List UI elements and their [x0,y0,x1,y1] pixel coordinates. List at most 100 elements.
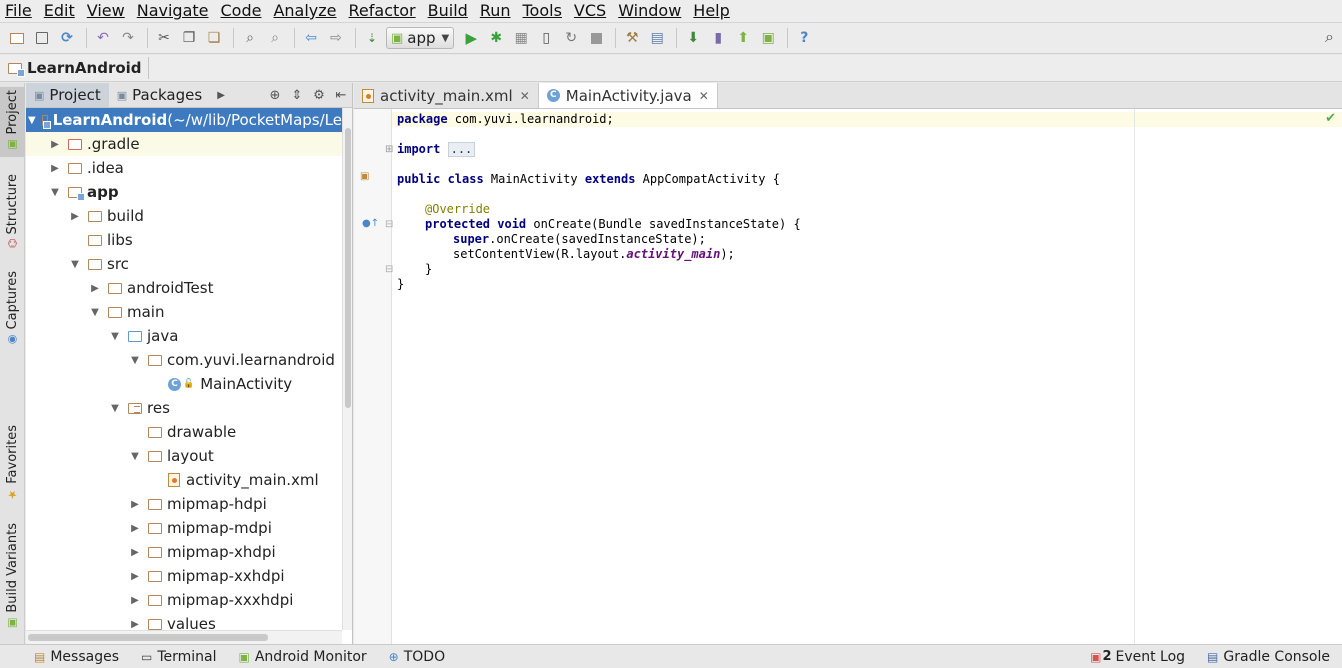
forward-icon[interactable]: ⇨ [325,27,347,49]
expand-arrow-icon[interactable]: ▼ [108,331,122,342]
menu-view[interactable]: View [81,0,131,22]
save-icon[interactable] [31,27,53,49]
tree-item[interactable]: ▶ mipmap-hdpi [26,492,342,516]
redo-icon[interactable]: ↷ [117,27,139,49]
collapse-arrow-icon[interactable]: ▶ [128,523,142,534]
expand-arrow-icon[interactable]: ▼ [128,451,142,462]
tree-item[interactable]: ▼ res [26,396,342,420]
scroll-from-source-icon[interactable]: ⊕ [264,88,286,103]
tree-item[interactable]: activity_main.xml [26,468,342,492]
tree-item[interactable]: ▶ mipmap-xhdpi [26,540,342,564]
rerun-icon[interactable]: ↻ [560,27,582,49]
tree-item[interactable]: ▶ .gradle [26,132,342,156]
stripe-tab-captures[interactable]: ◉ Captures [0,269,25,351]
menu-analyze[interactable]: Analyze [267,0,342,22]
tree-item[interactable]: ▼ LearnAndroid (~/w/lib/PocketMaps/Le [26,108,342,132]
settings-icon[interactable]: ⚒ [621,27,643,49]
tree-item[interactable]: ▼ src [26,252,342,276]
menu-vcs[interactable]: VCS [568,0,612,22]
run-icon[interactable]: ▶ [460,27,482,49]
menu-file[interactable]: File [0,0,38,22]
menu-code[interactable]: Code [215,0,268,22]
close-icon[interactable]: ✕ [699,89,709,103]
tree-item[interactable]: ▼ main [26,300,342,324]
expand-arrow-icon[interactable]: ▼ [108,403,122,414]
debug-icon[interactable]: ✱ [485,27,507,49]
collapse-arrow-icon[interactable]: ▶ [128,595,142,606]
menu-help[interactable]: Help [687,0,735,22]
tree-item[interactable]: ▶ .idea [26,156,342,180]
menu-navigate[interactable]: Navigate [131,0,215,22]
tree-item[interactable]: ▼ com.yuvi.learnandroid [26,348,342,372]
sdk-manager-icon[interactable]: ⬇ [682,27,704,49]
tree-item[interactable]: C 🔓 MainActivity [26,372,342,396]
expand-arrow-icon[interactable]: ▼ [68,259,82,270]
expand-arrow-icon[interactable]: ▼ [28,115,36,126]
collapse-all-icon[interactable]: ⇕ [286,88,308,103]
tool-event-log[interactable]: ▣ 2 Event Log [1090,649,1185,665]
tree-item[interactable]: drawable [26,420,342,444]
open-icon[interactable] [6,27,28,49]
tree-item[interactable]: ▶ androidTest [26,276,342,300]
undo-icon[interactable]: ↶ [92,27,114,49]
folded-imports[interactable]: ... [447,142,476,157]
avd-manager-icon[interactable]: ▮ [707,27,729,49]
menu-edit[interactable]: Edit [38,0,81,22]
sync-gradle-icon[interactable]: ⬆ [732,27,754,49]
tool-android-monitor[interactable]: ▣ Android Monitor [239,649,367,665]
run-configuration-dropdown[interactable]: ▣ app ▼ [386,27,455,49]
tool-gradle-console[interactable]: ▤ Gradle Console [1207,649,1330,665]
collapse-arrow-icon[interactable]: ▶ [128,571,142,582]
tool-terminal[interactable]: ▭ Terminal [141,649,217,665]
make-icon[interactable]: ⇣ [361,27,383,49]
tool-messages[interactable]: ▤ Messages [34,649,119,665]
collapse-arrow-icon[interactable]: ▶ [128,499,142,510]
tree-item[interactable]: ▼ app [26,180,342,204]
tab-packages[interactable]: ▣ Packages [109,83,210,107]
structure-icon[interactable]: ▤ [646,27,668,49]
tree-item[interactable]: ▼ layout [26,444,342,468]
tree-item[interactable]: libs [26,228,342,252]
search-everywhere-icon[interactable]: ⌕ [1325,27,1334,47]
help-icon[interactable]: ? [793,27,815,49]
override-method-icon[interactable]: ●↑ [362,218,379,229]
editor-tab-mainactivity-java[interactable]: C MainActivity.java ✕ [538,83,718,108]
tree-item[interactable]: ▶ mipmap-xxxhdpi [26,588,342,612]
hide-panel-icon[interactable]: ⇤ [330,88,352,103]
tree-item[interactable]: ▶ mipmap-mdpi [26,516,342,540]
stripe-tab-favorites[interactable]: ★ Favorites [0,423,25,505]
find-icon[interactable]: ⌕ [239,27,261,49]
tab-project[interactable]: ▣ Project [26,83,109,107]
menu-run[interactable]: Run [474,0,517,22]
coverage-icon[interactable]: ▦ [510,27,532,49]
editor-tab-activity-main-xml[interactable]: activity_main.xml ✕ [354,83,539,108]
android-monitor-icon[interactable]: ▣ [757,27,779,49]
sync-icon[interactable]: ⟳ [56,27,78,49]
tree-item[interactable]: ▶ values [26,612,342,630]
breadcrumb-project[interactable]: LearnAndroid [8,57,149,79]
attach-icon[interactable]: ▯ [535,27,557,49]
project-tree-vertical-scrollbar[interactable] [342,108,352,630]
paste-icon[interactable]: ❏ [203,27,225,49]
stop-icon[interactable] [585,27,607,49]
collapse-arrow-icon[interactable]: ▶ [128,547,142,558]
close-icon[interactable]: ✕ [520,89,530,103]
collapse-arrow-icon[interactable]: ▶ [88,283,102,294]
gear-icon[interactable]: ⚙ [308,88,330,103]
tree-item[interactable]: ▶ mipmap-xxhdpi [26,564,342,588]
collapse-arrow-icon[interactable]: ▶ [128,619,142,630]
expand-arrow-icon[interactable]: ▼ [88,307,102,318]
menu-build[interactable]: Build [422,0,474,22]
collapse-arrow-icon[interactable]: ▶ [68,211,82,222]
tool-todo[interactable]: ⊕ TODO [389,649,445,665]
stripe-tab-project[interactable]: ▣ Project [0,87,25,157]
tree-item[interactable]: ▶ build [26,204,342,228]
menu-refactor[interactable]: Refactor [343,0,422,22]
project-tree-horizontal-scrollbar[interactable] [26,630,342,644]
back-icon[interactable]: ⇦ [300,27,322,49]
collapse-arrow-icon[interactable]: ▶ [48,163,62,174]
copy-icon[interactable]: ❐ [178,27,200,49]
collapse-arrow-icon[interactable]: ▶ [48,139,62,150]
tree-item[interactable]: ▼ java [26,324,342,348]
layout-link-icon[interactable]: ▣ [360,171,369,182]
